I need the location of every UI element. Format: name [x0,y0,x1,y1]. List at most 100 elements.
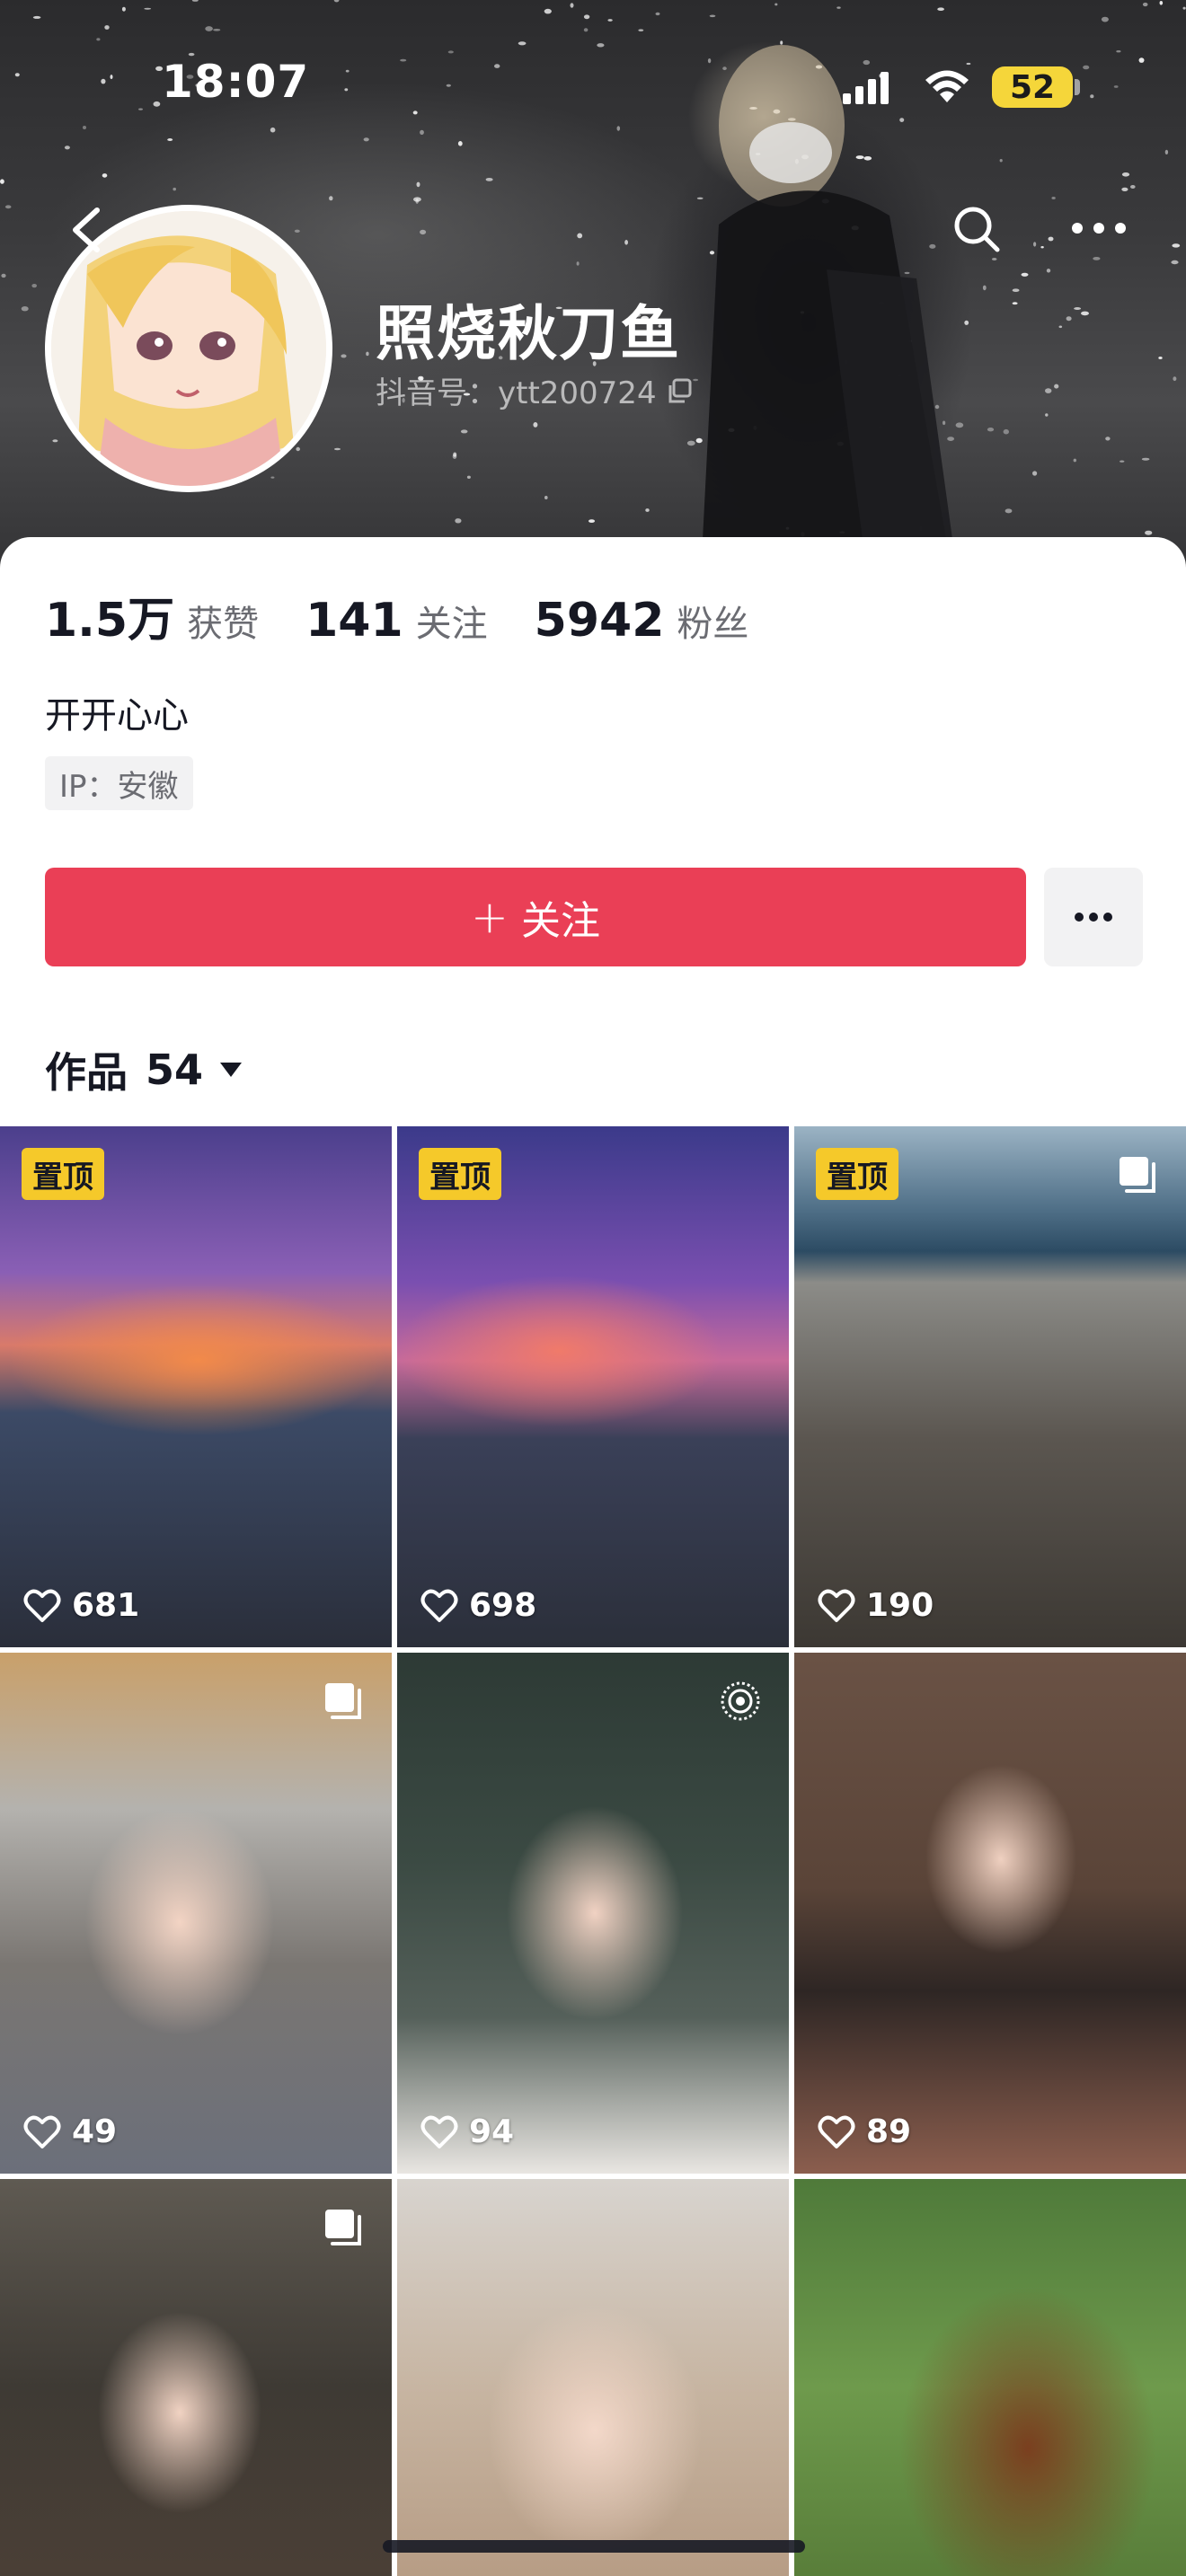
tab-works-label: 作品 [45,1048,128,1097]
snowflake [544,496,548,499]
heart-icon [420,1589,458,1622]
snowflake [577,233,583,239]
snowflake [576,261,580,266]
more-options-icon[interactable] [1069,212,1128,244]
snowflake [453,452,457,457]
snowflake [0,179,4,184]
snowflake [1,273,6,278]
snowflake [296,446,301,452]
snowflake [1172,243,1181,248]
snowflake [466,475,471,479]
snowflake [366,351,369,357]
like-count-value: 49 [72,2113,118,2150]
heart-icon [818,1589,855,1622]
snowflake [294,229,300,233]
douyin-id[interactable]: 抖音号：ytt200724 [376,368,693,412]
snowflake [1173,376,1177,382]
snowflake [334,447,341,451]
status-bar: 18:07 52 [0,0,1186,171]
like-count-value: 94 [469,2113,515,2150]
snowflake [589,519,595,523]
snowflake [455,518,462,524]
heart-icon [420,2115,458,2148]
snowflake [21,306,29,312]
like-count: 94 [420,2113,514,2150]
caret-down-icon [220,1063,243,1077]
stat-followers[interactable]: 5942 粉丝 [535,594,749,648]
snowflake [533,422,538,428]
stat-followers-value: 5942 [534,594,665,648]
nickname: 照烧秋刀鱼 [376,299,681,368]
like-count-value: 698 [469,1587,537,1624]
battery-level: 52 [992,66,1073,108]
back-arrow-icon[interactable] [65,205,110,255]
snowflake [1158,357,1163,359]
like-count-value: 89 [866,2113,912,2150]
video-tile[interactable] [397,2179,789,2576]
snowflake [415,198,419,204]
plus-icon: + [471,891,509,943]
heart-icon [23,2115,61,2148]
video-tile[interactable] [0,2179,392,2576]
stat-followers-label: 粉丝 [677,604,749,645]
video-tile[interactable]: 置顶 698 [397,1126,789,1647]
snowflake [4,205,12,209]
image-gallery-icon [325,2210,361,2245]
ellipsis-icon [1075,913,1112,922]
video-tile[interactable]: 49 [0,1653,392,2174]
stat-following-label: 关注 [415,604,488,645]
like-count: 698 [420,1587,536,1624]
video-tile[interactable]: 置顶 190 [794,1126,1186,1647]
ip-location-tag: IP：安徽 [45,756,193,810]
snowflake [452,454,457,460]
battery-tip [1075,79,1080,95]
wifi-icon [925,70,969,102]
snowflake [485,178,493,181]
stat-likes-label: 获赞 [187,604,260,645]
snowflake [624,240,628,245]
heart-icon [23,1589,61,1622]
cellular-signal-icon [843,72,889,104]
snowflake [645,508,650,512]
follow-button[interactable]: + 关注 [45,868,1026,966]
tab-works[interactable]: 作品 54 [45,1040,243,1099]
snowflake [102,173,108,178]
snowflake [173,187,176,191]
video-tile[interactable] [794,2179,1186,2576]
video-tile[interactable]: 94 [397,1653,789,2174]
copy-icon[interactable] [666,377,693,404]
home-indicator [383,2540,805,2553]
profile-cover: 18:07 52 照烧秋刀鱼 抖音号：ytt200724 [0,0,1186,575]
pinned-badge: 置顶 [22,1148,104,1200]
snowflake [31,284,37,288]
profile-bio: 开开心心 [45,695,189,737]
pinned-badge: 置顶 [419,1148,501,1200]
like-count: 190 [818,1587,934,1624]
snowflake [270,476,275,479]
stat-following-value: 141 [305,594,403,648]
like-count-value: 681 [72,1587,140,1624]
like-count: 681 [23,1587,139,1624]
stat-likes-value: 1.5万 [45,594,175,648]
snowflake [420,229,427,235]
stat-following[interactable]: 141 关注 [305,594,488,648]
video-tile[interactable]: 89 [794,1653,1186,2174]
search-icon[interactable] [951,203,1003,255]
like-count: 49 [23,2113,117,2150]
stat-likes[interactable]: 1.5万 获赞 [45,582,259,649]
heart-icon [818,2115,855,2148]
live-photo-icon [721,1681,760,1721]
pinned-badge: 置顶 [816,1148,898,1200]
image-gallery-icon [325,1683,361,1719]
snowflake [341,354,347,358]
follow-button-label: 关注 [520,898,600,944]
video-tile[interactable]: 置顶 681 [0,1126,392,1647]
like-count-value: 190 [866,1587,934,1624]
tab-works-count: 54 [146,1045,204,1094]
more-actions-button[interactable] [1044,868,1143,966]
snowflake [416,181,420,188]
profile-stats: 1.5万 获赞 141 关注 5942 粉丝 [45,582,795,649]
video-grid: 置顶 681 置顶 698 置顶 190 49 94 89 [0,1126,1186,2576]
snowflake [1171,260,1179,265]
image-gallery-icon [1120,1157,1155,1193]
